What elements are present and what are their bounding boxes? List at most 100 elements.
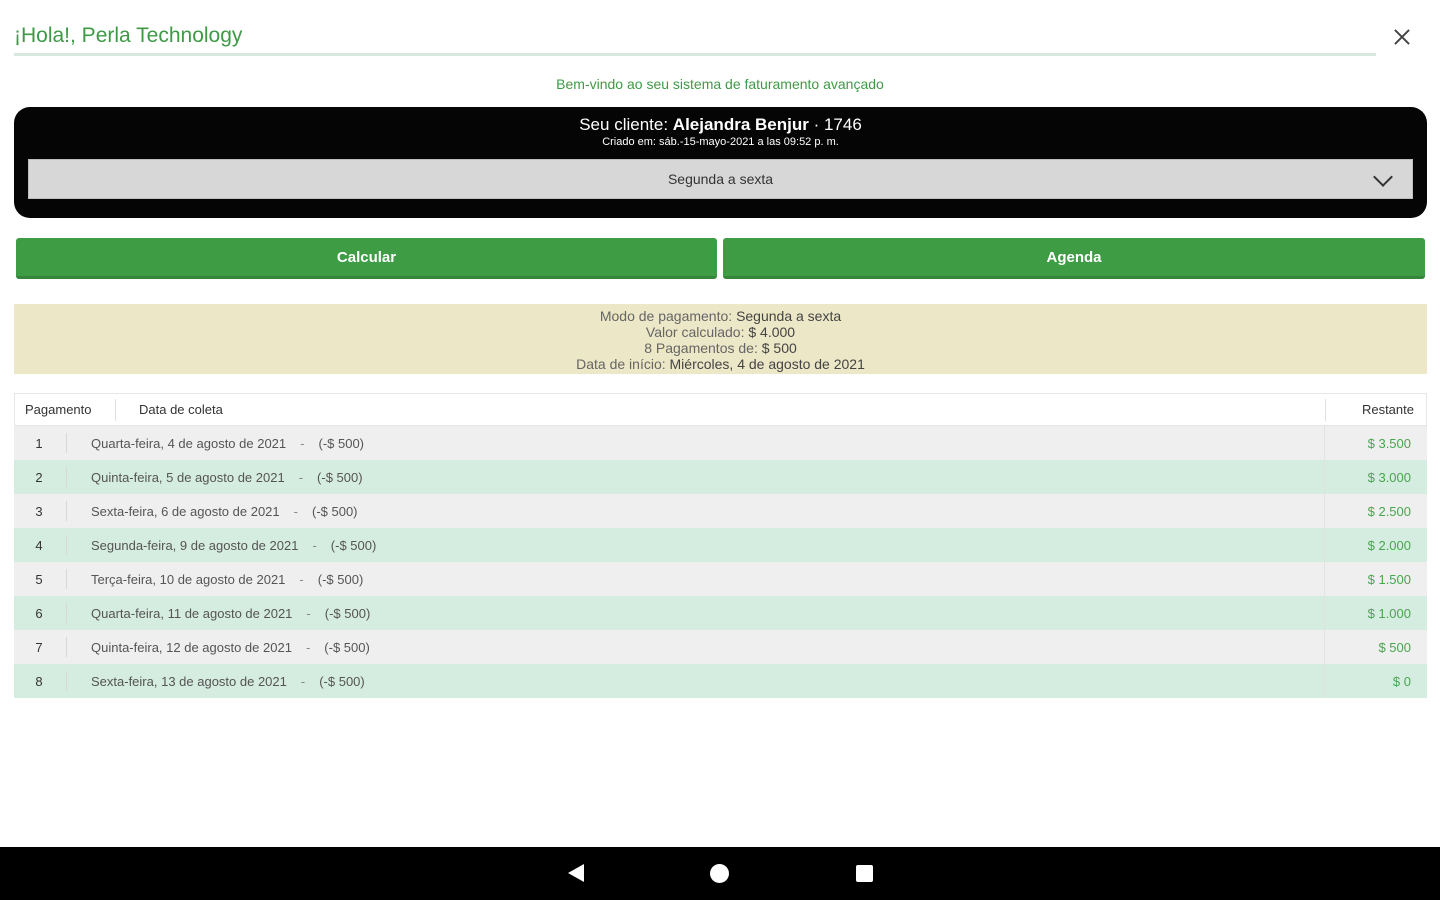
payment-date-text: Sexta-feira, 13 de agosto de 2021 (91, 674, 287, 689)
remaining-amount: $ 2.000 (1367, 538, 1411, 553)
payment-amount: (-$ 500) (319, 674, 365, 689)
row-divider (66, 535, 67, 555)
client-created-date: Criado em: sáb.-15-mayo-2021 a las 09:52… (602, 136, 839, 148)
payment-amount: (-$ 500) (317, 470, 363, 485)
summary-start-date: Data de início: Miércoles, 4 de agosto d… (14, 356, 1427, 372)
greeting-title: ¡Hola!, Perla Technology (14, 24, 243, 47)
remaining-amount: $ 3.500 (1367, 436, 1411, 451)
remaining-amount: $ 1.000 (1367, 606, 1411, 621)
system-navigation-bar (0, 847, 1440, 900)
payment-amount: (-$ 500) (311, 504, 358, 519)
payment-number: 1 (35, 436, 43, 451)
row-divider (1324, 596, 1325, 630)
payment-number: 5 (35, 572, 43, 587)
payment-date: Terça-feira, 10 de agosto de 2021- (-$ 50… (91, 572, 364, 587)
remaining-amount: $ 0 (1392, 674, 1411, 689)
row-divider (1324, 630, 1325, 664)
header: ¡Hola!, Perla Technology (14, 22, 1376, 56)
welcome-message: Bem-vindo ao seu sistema de faturamento … (556, 76, 884, 92)
remaining-amount: $ 1.500 (1367, 572, 1411, 587)
summary-payments: 8 Pagamentos de: $ 500 (14, 340, 1427, 356)
payment-date: Segunda-feira, 9 de agosto de 2021- (-$ 5… (91, 538, 377, 553)
row-divider (1324, 562, 1325, 596)
payment-date: Quinta-feira, 5 de agosto de 2021- (-$ 50… (91, 470, 363, 485)
header-collection-date: Data de coleta (139, 402, 223, 417)
summary-calculated: Valor calculado: $ 4.000 (14, 324, 1427, 340)
payment-date-text: Quarta-feira, 11 de agosto de 2021 (91, 606, 293, 621)
row-divider (66, 501, 67, 521)
table-row[interactable]: 3 Sexta-feira, 6 de agosto de 2021- (-$ 5… (14, 494, 1427, 528)
row-divider (1324, 664, 1325, 698)
client-id: · 1746 (813, 115, 862, 134)
summary-mode-value: Segunda a sexta (736, 308, 842, 324)
calculate-button[interactable]: Calcular (16, 238, 717, 279)
client-label: Seu cliente: (579, 115, 669, 134)
row-divider (66, 433, 67, 453)
summary-calculated-value: $ 4.000 (748, 324, 796, 340)
payment-date-text: Terça-feira, 10 de agosto de 2021 (91, 572, 286, 587)
row-divider (1324, 460, 1325, 494)
remaining-amount: $ 500 (1378, 640, 1411, 655)
client-name: Alejandra Benjur (672, 115, 809, 134)
summary-start-label: Data de início: (576, 356, 666, 372)
payment-date-text: Sexta-feira, 6 de agosto de 2021 (91, 504, 280, 519)
back-icon[interactable] (568, 864, 584, 882)
recents-icon[interactable] (856, 865, 873, 882)
row-divider (1324, 528, 1325, 562)
row-divider (66, 467, 67, 487)
row-divider (66, 637, 67, 657)
table-header: Pagamento Data de coleta Restante (14, 393, 1427, 426)
summary-mode: Modo de pagamento: Segunda a sexta (14, 308, 1427, 324)
payment-date: Quarta-feira, 11 de agosto de 2021- (-$ 5… (91, 606, 371, 621)
row-divider (66, 569, 67, 589)
frequency-select-value: Segunda a sexta (667, 171, 774, 187)
remaining-amount: $ 3.000 (1367, 470, 1411, 485)
payment-number: 7 (35, 640, 43, 655)
payment-number: 4 (35, 538, 43, 553)
table-row[interactable]: 4 Segunda-feira, 9 de agosto de 2021- (-$… (14, 528, 1427, 562)
payment-amount: (-$ 500) (324, 640, 370, 655)
summary-mode-label: Modo de pagamento: (599, 308, 733, 324)
payment-date-text: Quarta-feira, 4 de agosto de 2021 (91, 436, 287, 451)
row-divider (1324, 494, 1325, 528)
row-divider (66, 603, 67, 623)
payment-amount: (-$ 500) (318, 436, 365, 451)
header-divider (1325, 399, 1326, 421)
schedule-button[interactable]: Agenda (723, 238, 1425, 279)
client-panel: Seu cliente: Alejandra Benjur · 1746 Cri… (14, 107, 1427, 218)
payment-date-text: Quinta-feira, 12 de agosto de 2021 (91, 640, 292, 655)
payment-date: Quinta-feira, 12 de agosto de 2021- (-$ 5… (91, 640, 370, 655)
home-icon[interactable] (710, 864, 729, 883)
payment-number: 8 (35, 674, 43, 689)
table-row[interactable]: 5 Terça-feira, 10 de agosto de 2021- (-$ … (14, 562, 1427, 596)
client-info: Seu cliente: Alejandra Benjur · 1746 (14, 115, 1427, 135)
payment-date: Quarta-feira, 4 de agosto de 2021- (-$ 50… (91, 436, 365, 451)
header-divider (115, 399, 116, 421)
table-row[interactable]: 8 Sexta-feira, 13 de agosto de 2021- (-$ … (14, 664, 1427, 698)
payment-number: 2 (35, 470, 43, 485)
payment-date-text: Segunda-feira, 9 de agosto de 2021 (91, 538, 299, 553)
payment-amount: (-$ 500) (330, 538, 377, 553)
remaining-amount: $ 2.500 (1367, 504, 1411, 519)
table-row[interactable]: 1 Quarta-feira, 4 de agosto de 2021- (-$ … (14, 426, 1427, 460)
summary-payments-value: $ 500 (761, 340, 797, 356)
header-payment: Pagamento (25, 402, 92, 417)
frequency-select[interactable]: Segunda a sexta (28, 159, 1413, 199)
payments-table: Pagamento Data de coleta Restante 1 Quar… (14, 393, 1427, 698)
payment-date: Sexta-feira, 13 de agosto de 2021- (-$ 50… (91, 674, 365, 689)
payment-number: 6 (35, 606, 43, 621)
summary-payments-label: 8 Pagamentos de: (644, 340, 758, 356)
table-row[interactable]: 2 Quinta-feira, 5 de agosto de 2021- (-$ … (14, 460, 1427, 494)
summary-calculated-label: Valor calculado: (645, 324, 745, 340)
close-icon[interactable] (1388, 24, 1416, 52)
table-row[interactable]: 7 Quinta-feira, 12 de agosto de 2021- (-$… (14, 630, 1427, 664)
payment-number: 3 (35, 504, 43, 519)
table-row[interactable]: 6 Quarta-feira, 11 de agosto de 2021- (-$… (14, 596, 1427, 630)
header-remaining: Restante (1361, 402, 1414, 417)
payment-date-text: Quinta-feira, 5 de agosto de 2021 (91, 470, 285, 485)
payment-amount: (-$ 500) (317, 572, 364, 587)
row-divider (1324, 426, 1325, 460)
payment-amount: (-$ 500) (324, 606, 371, 621)
summary-start-value: Miércoles, 4 de agosto de 2021 (669, 356, 865, 372)
payment-summary: Modo de pagamento: Segunda a sexta Valor… (14, 304, 1427, 374)
